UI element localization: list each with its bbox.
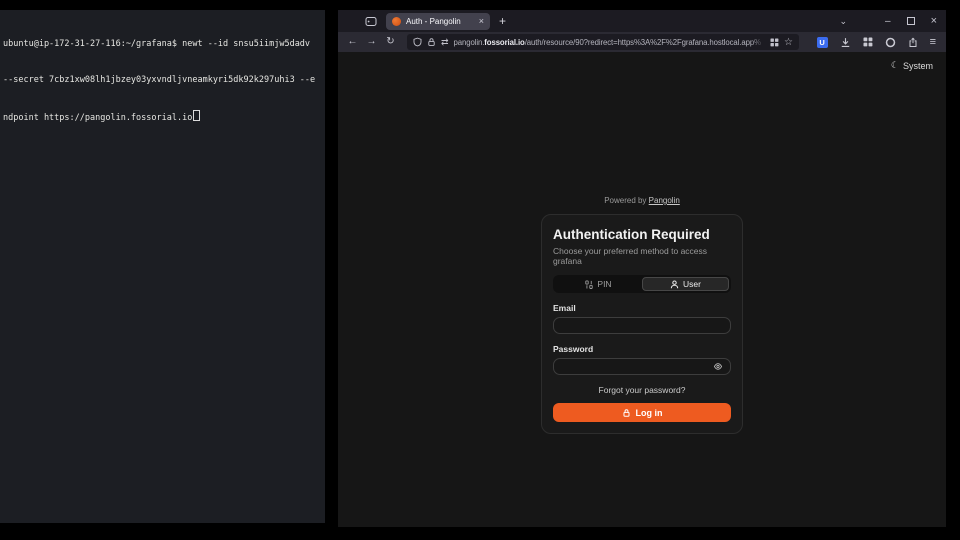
login-button[interactable]: Log in xyxy=(553,403,731,422)
extensions-icon[interactable] xyxy=(863,37,873,47)
pangolin-link[interactable]: Pangolin xyxy=(649,196,680,205)
powered-by: Powered by Pangolin xyxy=(541,196,743,205)
auth-column: Powered by Pangolin Authentication Requi… xyxy=(541,196,743,434)
lock-icon[interactable] xyxy=(427,37,436,47)
firefox-view-icon[interactable] xyxy=(365,16,377,27)
tab-title: Auth - Pangolin xyxy=(406,17,474,26)
tab-list-chevron-icon[interactable]: ⌄ xyxy=(839,16,847,27)
terminal-window[interactable]: ubuntu@ip-172-31-27-116:~/grafana$ newt … xyxy=(0,10,325,523)
tab-pin[interactable]: PIN xyxy=(555,277,642,291)
card-subtitle: Choose your preferred method to access g… xyxy=(553,246,731,266)
shortcuts-grid-icon[interactable] xyxy=(770,38,779,47)
tab-user-label: User xyxy=(683,279,701,289)
pangolin-favicon-icon xyxy=(392,17,401,26)
auth-method-tabs: PIN User xyxy=(553,275,731,293)
browser-tab[interactable]: Auth - Pangolin × xyxy=(386,13,490,30)
user-icon xyxy=(670,280,679,289)
new-tab-button[interactable]: + xyxy=(499,15,506,27)
url-bar[interactable]: ⇄ pangolin.fossorial.io/auth/resource/90… xyxy=(407,34,799,50)
tab-pin-label: PIN xyxy=(597,279,611,289)
theme-label: System xyxy=(903,61,933,71)
email-label: Email xyxy=(553,303,731,313)
browser-window: Auth - Pangolin × + ⌄ – × ← → ↻ xyxy=(338,10,946,527)
permissions-icon[interactable]: ⇄ xyxy=(441,37,449,48)
download-icon[interactable] xyxy=(840,37,851,48)
maximize-button[interactable] xyxy=(907,17,915,25)
reload-button[interactable]: ↻ xyxy=(383,37,398,47)
toolbar-extensions: U ≡ xyxy=(817,36,939,48)
window-controls: ⌄ – × xyxy=(839,15,937,27)
card-title: Authentication Required xyxy=(553,227,731,242)
bookmark-star-icon[interactable]: ☆ xyxy=(784,37,793,48)
extension-circle-icon[interactable] xyxy=(885,37,896,48)
page-content: ☾ System Powered by Pangolin Authenticat… xyxy=(338,52,946,527)
password-label: Password xyxy=(553,344,731,354)
show-password-eye-icon[interactable] xyxy=(713,362,723,371)
desktop: { "terminal": { "lines": [ "ubuntu@ip-17… xyxy=(0,0,960,540)
browser-titlebar: Auth - Pangolin × + ⌄ – × xyxy=(338,10,946,32)
terminal-line: --secret 7cbz1xw08lh1jbzey03yxvndljvneam… xyxy=(3,74,323,86)
auth-card: Authentication Required Choose your pref… xyxy=(541,214,743,434)
menu-icon[interactable]: ≡ xyxy=(930,36,936,48)
login-lock-icon xyxy=(622,408,631,418)
ublock-extension-icon[interactable]: U xyxy=(817,37,828,48)
password-field[interactable] xyxy=(553,358,731,375)
forgot-password-link[interactable]: Forgot your password? xyxy=(553,385,731,395)
moon-icon: ☾ xyxy=(891,60,899,71)
url-text: pangolin.fossorial.io/auth/resource/90?r… xyxy=(454,38,765,47)
terminal-line: ndpoint https://pangolin.fossorial.io xyxy=(3,110,323,124)
minimize-button[interactable]: – xyxy=(885,16,891,27)
terminal-cursor xyxy=(193,110,200,121)
browser-toolbar: ← → ↻ ⇄ pangolin.fossorial.io/auth/resou… xyxy=(338,32,946,52)
back-button[interactable]: ← xyxy=(345,37,360,47)
share-icon[interactable] xyxy=(908,37,918,48)
theme-toggle[interactable]: ☾ System xyxy=(891,60,933,71)
tracking-shield-icon[interactable] xyxy=(413,37,422,47)
email-field[interactable] xyxy=(553,317,731,334)
tab-user[interactable]: User xyxy=(642,277,729,291)
tab-close-icon[interactable]: × xyxy=(479,17,484,26)
terminal-line: ubuntu@ip-172-31-27-116:~/grafana$ newt … xyxy=(3,38,323,50)
forward-button[interactable]: → xyxy=(364,37,379,47)
pin-keypad-icon xyxy=(585,280,593,289)
login-label: Log in xyxy=(636,408,663,418)
close-window-button[interactable]: × xyxy=(931,15,937,27)
